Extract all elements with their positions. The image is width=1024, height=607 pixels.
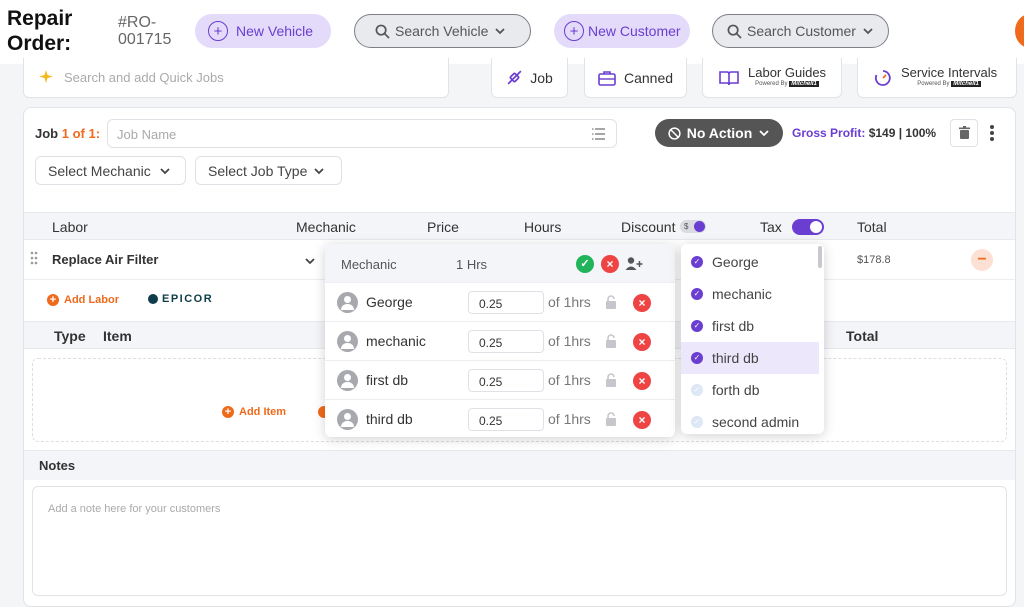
chevron-down-icon (863, 28, 873, 35)
new-customer-button[interactable]: + New Customer (554, 14, 690, 48)
hours-input[interactable]: 0.25 (468, 330, 544, 353)
remove-mechanic-icon[interactable]: × (633, 411, 651, 429)
ro-number: #RO-001715 (118, 14, 172, 48)
delete-job-button[interactable] (950, 119, 978, 147)
mechanic-row: George 0.25 of 1hrs × (325, 282, 675, 321)
remove-mechanic-icon[interactable]: × (633, 372, 651, 390)
sparkle-icon (39, 70, 53, 83)
avatar (337, 409, 358, 430)
plus-circle-icon: + (208, 21, 228, 41)
epicor-button[interactable]: EPICOR (148, 293, 213, 305)
canned-button[interactable]: Canned (584, 58, 687, 98)
mitchell-logo: Mitchell1 (951, 81, 981, 87)
epicor-icon (148, 294, 158, 304)
plus-icon: + (47, 294, 59, 306)
labor-guides-button[interactable]: Labor Guides Powered By Mitchell1 (702, 58, 842, 98)
discount-toggle[interactable]: $ (680, 220, 706, 233)
new-vehicle-button[interactable]: + New Vehicle (195, 14, 331, 48)
lock-icon[interactable] (604, 412, 618, 426)
avatar (337, 370, 358, 391)
plus-circle-icon: + (564, 21, 584, 41)
mechanic-row: mechanic 0.25 of 1hrs × (325, 321, 675, 360)
search-icon (727, 24, 742, 39)
mechanic-dropdown-list: ✓ George ✓ mechanic ✓ first db ✓ third d… (681, 244, 824, 434)
avatar (337, 292, 358, 313)
avatar (337, 331, 358, 352)
labor-name[interactable]: Replace Air Filter (52, 252, 158, 267)
add-labor-button[interactable]: + Add Labor (47, 294, 119, 306)
add-item-button[interactable]: + Add Item (222, 406, 286, 418)
cancel-x-icon[interactable]: × (601, 255, 619, 273)
drag-handle-icon[interactable] (30, 251, 38, 270)
chevron-down-icon (495, 28, 506, 35)
page-title: Repair Order: (7, 7, 73, 55)
dropdown-option[interactable]: ✓ mechanic (681, 278, 819, 310)
no-action-dropdown[interactable]: No Action (655, 119, 783, 147)
search-customer-button[interactable]: Search Customer (712, 14, 889, 48)
remove-mechanic-icon[interactable]: × (633, 333, 651, 351)
header-bar: Repair Order: #RO-001715 + New Vehicle S… (0, 0, 1024, 64)
plug-icon (507, 70, 522, 85)
lock-icon[interactable] (604, 334, 618, 348)
mechanic-row: third db 0.25 of 1hrs × (325, 399, 675, 438)
search-icon (375, 24, 390, 39)
check-circle-icon: ✓ (691, 256, 703, 268)
dropdown-option[interactable]: ✓ first db (681, 310, 819, 342)
check-circle-icon: ✓ (691, 352, 703, 364)
popup-header: Mechanic 1 Hrs ✓ × (325, 244, 675, 282)
briefcase-icon (598, 70, 616, 86)
trash-icon (958, 126, 970, 139)
labor-table-header: Labor Mechanic Price Hours Discount $ Ta… (24, 212, 1015, 240)
chevron-down-icon (759, 130, 769, 137)
dropdown-option[interactable]: ✓ third db (681, 342, 819, 374)
user-avatar[interactable] (1015, 14, 1024, 48)
chevron-down-icon[interactable] (304, 255, 316, 267)
gross-profit: Gross Profit: $149 | 100% (792, 126, 937, 140)
mitchell-logo: Mitchell1 (789, 81, 819, 87)
chevron-down-icon (160, 167, 170, 174)
list-icon (592, 128, 605, 140)
ban-icon (668, 126, 681, 140)
remove-mechanic-icon[interactable]: × (633, 294, 651, 312)
hours-input[interactable]: 0.25 (468, 291, 544, 314)
service-intervals-button[interactable]: Service Intervals Powered By Mitchell1 (857, 58, 1017, 98)
check-circle-icon: ✓ (691, 384, 703, 396)
notes-textarea[interactable]: Add a note here for your customers (32, 486, 1007, 596)
quick-jobs-placeholder: Search and add Quick Jobs (64, 70, 224, 85)
kebab-icon (990, 125, 994, 141)
tax-toggle[interactable] (792, 219, 824, 235)
mechanic-hours-popup: Mechanic 1 Hrs ✓ × George 0.25 of 1hrs ×… (325, 244, 675, 437)
add-user-icon[interactable] (625, 256, 643, 271)
job-name-input[interactable]: Job Name (107, 119, 617, 148)
dropdown-option[interactable]: ✓ George (681, 246, 819, 278)
select-job-type-dropdown[interactable]: Select Job Type (195, 156, 342, 185)
select-mechanic-dropdown[interactable]: Select Mechanic (35, 156, 186, 185)
dropdown-option[interactable]: ✓ second admin (681, 406, 819, 434)
lock-icon[interactable] (604, 373, 618, 387)
more-options-button[interactable] (989, 124, 995, 144)
search-vehicle-button[interactable]: Search Vehicle (354, 14, 531, 48)
hours-input[interactable]: 0.25 (468, 369, 544, 392)
confirm-check-icon[interactable]: ✓ (576, 255, 594, 273)
job-counter: 1 of 1: (61, 126, 101, 141)
scrollbar[interactable] (818, 246, 822, 268)
lock-icon[interactable] (604, 295, 618, 309)
timer-icon (874, 69, 891, 86)
mechanic-row: first db 0.25 of 1hrs × (325, 360, 675, 399)
check-circle-icon: ✓ (691, 320, 703, 332)
quick-jobs-search[interactable]: Search and add Quick Jobs (23, 58, 449, 98)
plus-icon: + (222, 406, 234, 418)
job-label: Job 1 of 1: (35, 126, 101, 141)
labor-total: $178.8 (857, 254, 891, 266)
chevron-down-icon (314, 167, 325, 174)
remove-labor-button[interactable]: − (971, 249, 993, 271)
dropdown-option[interactable]: ✓ forth db (681, 374, 819, 406)
hours-input[interactable]: 0.25 (468, 408, 544, 431)
check-circle-icon: ✓ (691, 288, 703, 300)
notes-header: Notes (24, 450, 1015, 480)
book-icon (719, 70, 739, 85)
job-button[interactable]: Job (491, 58, 568, 98)
check-circle-icon: ✓ (691, 416, 703, 428)
percent-icon (694, 221, 705, 232)
